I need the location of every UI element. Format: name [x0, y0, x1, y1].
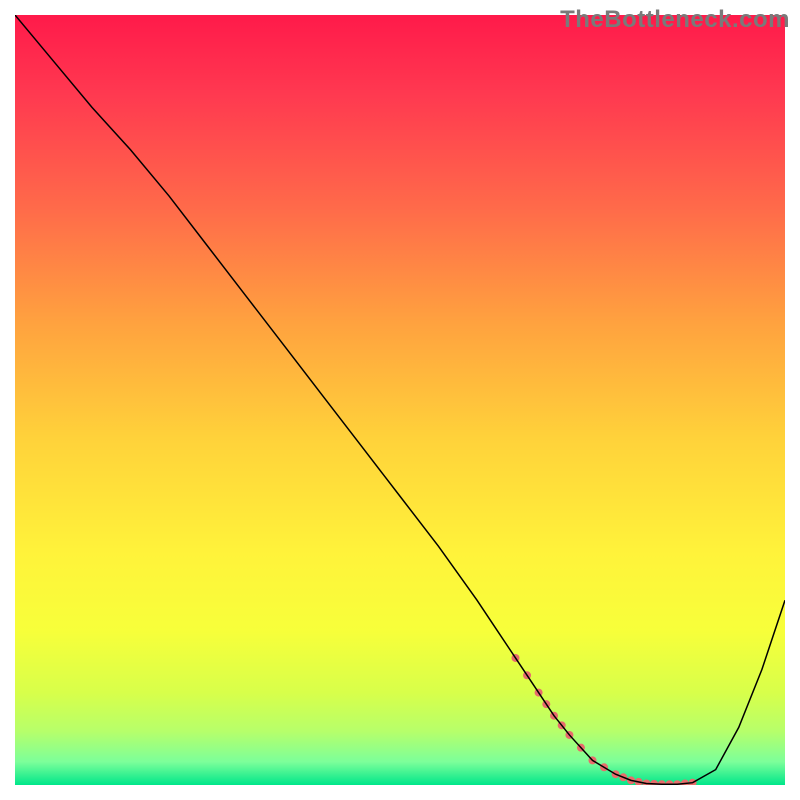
watermark-text: TheBottleneck.com: [560, 6, 790, 34]
chart-svg: [15, 15, 785, 785]
plot-area: [15, 15, 785, 785]
chart-container: TheBottleneck.com: [0, 0, 800, 800]
chart-background: [15, 15, 785, 785]
